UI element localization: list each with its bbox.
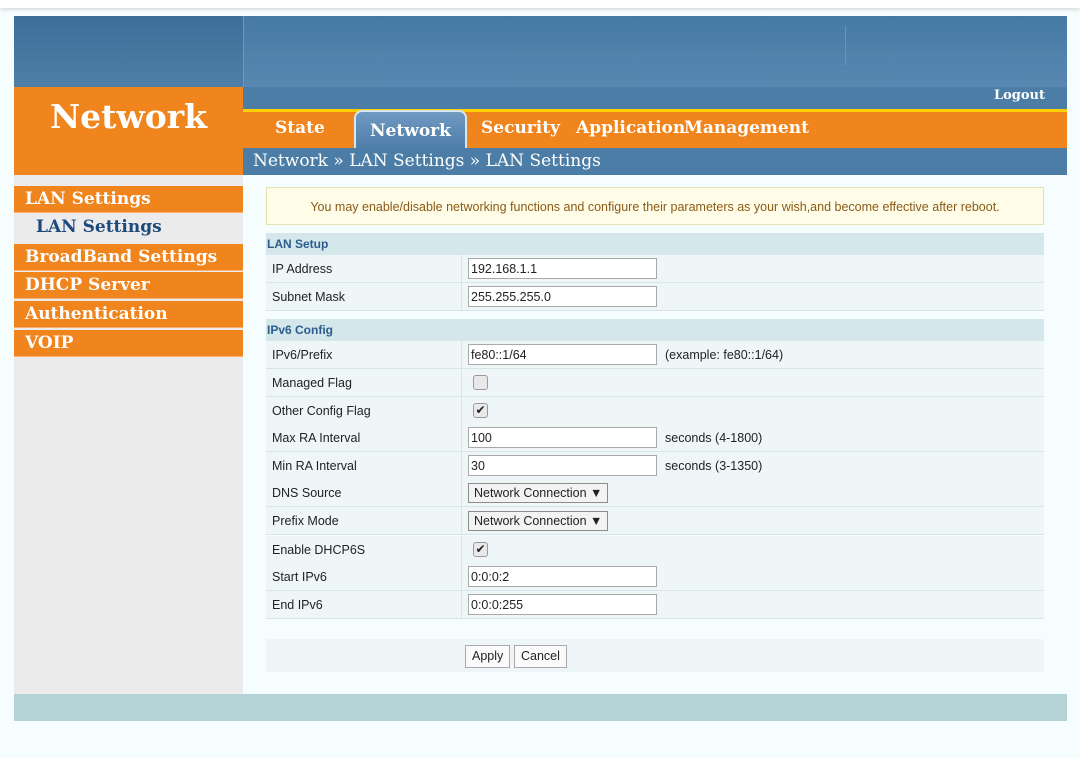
max-ra-interval-hint: seconds (4-1800) [665, 431, 763, 445]
max-ra-interval-input[interactable] [468, 427, 657, 448]
row-start-ipv6: Start IPv6 [266, 563, 1044, 591]
subnet-mask-label: Subnet Mask [272, 290, 345, 304]
ipv6-prefix-hint: (example: fe80::1/64) [665, 348, 784, 362]
end-ipv6-input[interactable] [468, 594, 657, 615]
action-buttons: Apply Cancel [266, 639, 1044, 672]
page-title: Network [49, 97, 208, 136]
row-prefix-mode: Prefix Mode Network Connection ▼ [266, 507, 1044, 535]
row-other-config-flag: Other Config Flag ✔ [266, 397, 1044, 425]
sidebar-item-broadband-settings[interactable]: BroadBand Settings [14, 244, 243, 271]
apply-button[interactable]: Apply [465, 645, 511, 668]
header-right-banner [243, 16, 1067, 87]
notice-banner: You may enable/disable networking functi… [266, 187, 1044, 225]
router-admin-frame: Network Logout State Network Security Ap… [14, 16, 1067, 721]
end-ipv6-label: End IPv6 [272, 598, 323, 612]
row-managed-flag: Managed Flag [266, 369, 1044, 397]
row-ip-address: IP Address [266, 255, 1044, 283]
main-content: You may enable/disable networking functi… [243, 175, 1067, 694]
enable-dhcp6s-label: Enable DHCP6S [272, 543, 366, 557]
tab-state[interactable]: State [275, 118, 325, 138]
other-config-flag-label: Other Config Flag [272, 404, 371, 418]
row-subnet-mask: Subnet Mask [266, 283, 1044, 311]
ip-address-input[interactable] [468, 258, 657, 279]
max-ra-interval-label: Max RA Interval [272, 431, 361, 445]
start-ipv6-label: Start IPv6 [272, 570, 327, 584]
row-enable-dhcp6s: Enable DHCP6S ✔ [266, 536, 1044, 564]
prefix-mode-label: Prefix Mode [272, 514, 339, 528]
row-max-ra-interval: Max RA Interval seconds (4-1800) [266, 424, 1044, 452]
footer-bar [14, 694, 1067, 721]
min-ra-interval-input[interactable] [468, 455, 657, 476]
header-left-banner [14, 16, 243, 87]
section-lan-setup: LAN Setup [266, 233, 1044, 255]
logout-bar: Logout [243, 87, 1067, 109]
sidebar-item-authentication[interactable]: Authentication [14, 301, 243, 328]
tab-management[interactable]: Management [684, 118, 809, 138]
ipv6-prefix-input[interactable] [468, 344, 657, 365]
header-divider [845, 26, 846, 66]
row-dns-source: DNS Source Network Connection ▼ [266, 479, 1044, 507]
other-config-flag-checkbox[interactable]: ✔ [473, 403, 488, 418]
tab-security[interactable]: Security [481, 118, 560, 138]
start-ipv6-input[interactable] [468, 566, 657, 587]
sidebar-item-voip[interactable]: VOIP [14, 330, 243, 357]
dns-source-label: DNS Source [272, 486, 342, 500]
dns-source-select[interactable]: Network Connection ▼ [468, 483, 609, 503]
managed-flag-checkbox[interactable] [473, 375, 488, 390]
tab-application[interactable]: Application [576, 118, 685, 138]
browser-top-strip [0, 0, 1080, 8]
section-ipv6-config: IPv6 Config [266, 319, 1044, 341]
sidebar-subitem-lan-settings[interactable]: LAN Settings [36, 217, 162, 237]
subnet-mask-input[interactable] [468, 286, 657, 307]
brand-panel: Network [14, 87, 243, 175]
managed-flag-label: Managed Flag [272, 376, 352, 390]
cancel-button[interactable]: Cancel [514, 645, 567, 668]
prefix-mode-select[interactable]: Network Connection ▼ [468, 511, 609, 531]
sidebar-item-lan-settings[interactable]: LAN Settings [14, 186, 243, 213]
main-tab-bar: State Network Security Application Manag… [243, 109, 1067, 148]
enable-dhcp6s-checkbox[interactable]: ✔ [473, 542, 488, 557]
min-ra-interval-label: Min RA Interval [272, 459, 357, 473]
min-ra-interval-hint: seconds (3-1350) [665, 459, 763, 473]
logout-link[interactable]: Logout [994, 88, 1045, 103]
row-ipv6-prefix: IPv6/Prefix (example: fe80::1/64) [266, 341, 1044, 369]
ip-address-label: IP Address [272, 262, 333, 276]
breadcrumb: Network » LAN Settings » LAN Settings [253, 151, 601, 171]
row-end-ipv6: End IPv6 [266, 591, 1044, 619]
sidebar: LAN Settings LAN Settings BroadBand Sett… [14, 175, 243, 694]
sidebar-item-dhcp-server[interactable]: DHCP Server [14, 272, 243, 299]
ipv6-prefix-label: IPv6/Prefix [272, 348, 333, 362]
tab-network[interactable]: Network [354, 110, 467, 148]
breadcrumb-bar: Network » LAN Settings » LAN Settings [243, 148, 1067, 175]
row-min-ra-interval: Min RA Interval seconds (3-1350) [266, 452, 1044, 480]
